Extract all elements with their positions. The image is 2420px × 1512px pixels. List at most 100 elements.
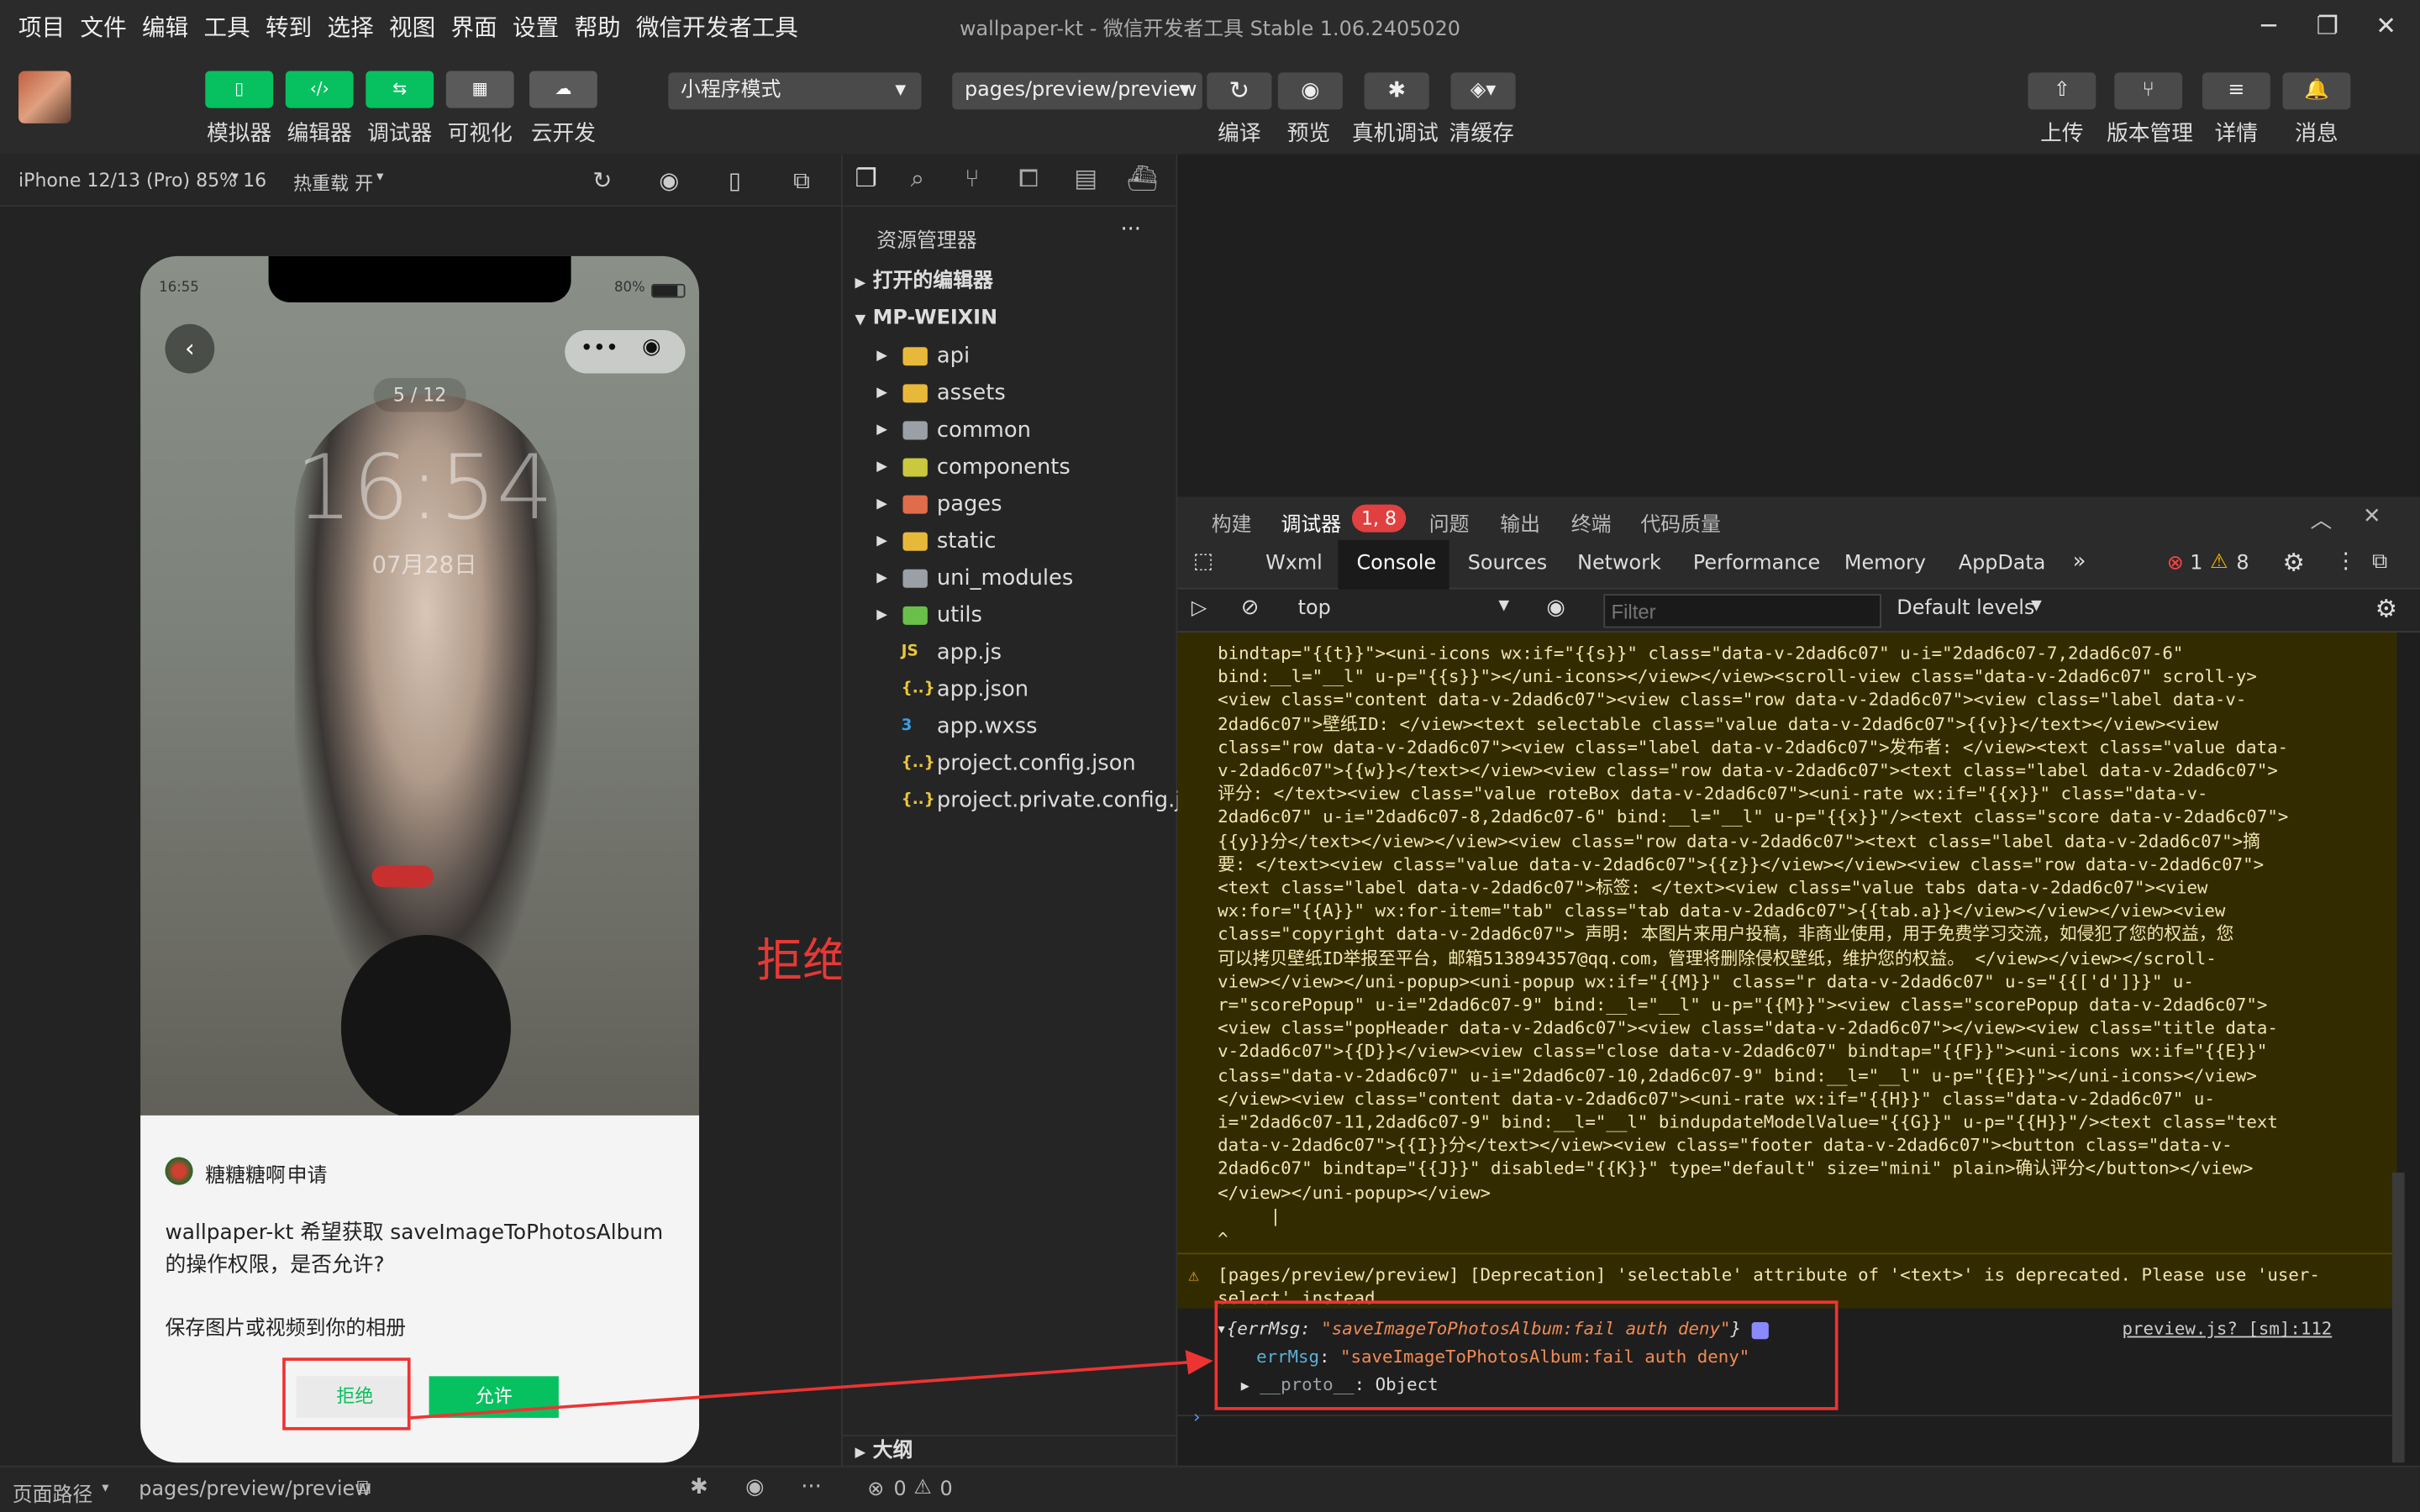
scrollbar[interactable] (2391, 1172, 2405, 1463)
tab-output[interactable]: 输出 (1500, 507, 1540, 538)
folder-item[interactable]: ▶ api (843, 338, 1176, 375)
folder-item[interactable]: ▶ components (843, 449, 1176, 486)
capsule-menu[interactable]: ••• ◉ (565, 330, 686, 374)
close-icon[interactable]: ✕ (2363, 6, 2409, 46)
details-label: 详情 (2214, 122, 2259, 147)
folder-item[interactable]: ▶ pages (843, 486, 1176, 523)
phone-icon[interactable]: ▯ (729, 166, 741, 194)
tab-problems[interactable]: 问题 (1429, 507, 1470, 538)
visual-toggle-icon[interactable]: ▦ (445, 71, 514, 108)
extensions-icon[interactable]: ⧠ (1018, 164, 1039, 195)
target-icon[interactable]: ◉ (642, 335, 660, 360)
debugger-toggle-icon[interactable]: ⇆ (366, 71, 434, 108)
folder-item[interactable]: ▶ assets (843, 375, 1176, 412)
folder-item[interactable]: ▶ static (843, 523, 1176, 560)
clear-console-icon[interactable]: ⊘ (1241, 596, 1260, 620)
branch-icon[interactable]: ⑂ (2114, 72, 2183, 110)
eye-icon[interactable]: ◉ (745, 1475, 764, 1499)
tab-network[interactable]: Network (1577, 553, 1661, 576)
device-select[interactable]: iPhone 12/13 (Pro) 85% 16 (18, 170, 266, 192)
collapse-icon[interactable]: ︿ (2311, 505, 2333, 536)
menu-item[interactable]: 设置 (513, 10, 559, 43)
menu-item[interactable]: 文件 (81, 10, 127, 43)
outline-section[interactable]: ▶ 大纲 (842, 1435, 1176, 1466)
simulator-toggle-icon[interactable]: ▯ (205, 71, 274, 108)
folder-item[interactable]: ▶ common (843, 412, 1176, 449)
bug-icon[interactable]: ✱ (1364, 72, 1429, 110)
editor-toggle-icon[interactable]: ‹/› (285, 71, 354, 108)
maximize-icon[interactable]: ❐ (2304, 6, 2350, 46)
tab-build[interactable]: 构建 (1212, 507, 1252, 538)
menu-item[interactable]: 选择 (328, 10, 374, 43)
docker-icon[interactable]: ⛴ (1127, 164, 1158, 193)
console-prompt-icon[interactable]: › (1192, 1407, 1202, 1427)
kebab-icon[interactable]: ⋮ (2335, 549, 2357, 574)
menu-item[interactable]: 帮助 (575, 10, 621, 43)
file-item[interactable]: {..} project.config.json (843, 745, 1176, 782)
folder-item[interactable]: ▶ uni_modules (843, 560, 1176, 597)
dock-icon[interactable]: ⧉ (2372, 549, 2387, 574)
upload-icon[interactable]: ⇧ (2028, 72, 2096, 110)
back-icon[interactable]: ‹ (165, 323, 215, 374)
console-settings-icon[interactable]: ⚙ (2375, 594, 2397, 623)
page-path-label[interactable]: 页面路径 (13, 1478, 93, 1508)
more-icon[interactable]: ••• (581, 336, 619, 360)
page-path-select[interactable]: pages/preview/preview ▼ (952, 72, 1202, 110)
source-link[interactable]: preview.js? [sm]:112 (2122, 1319, 2332, 1339)
tab-wxml[interactable]: Wxml (1265, 553, 1323, 576)
file-item[interactable]: 3 app.wxss (843, 708, 1176, 745)
window-icon[interactable]: ⧉ (793, 166, 810, 194)
close-panel-icon[interactable]: ✕ (2363, 505, 2381, 529)
search-icon[interactable]: ⌕ (911, 164, 924, 195)
git-icon[interactable]: ⑂ (965, 164, 980, 193)
rotate-icon[interactable]: ↻ (592, 166, 612, 194)
more-tabs-icon[interactable]: » (2073, 549, 2086, 574)
file-item[interactable]: {..} app.json (843, 671, 1176, 708)
file-item[interactable]: JS app.js (843, 634, 1176, 671)
files-icon[interactable]: ❐ (855, 164, 877, 193)
layers-icon[interactable]: ◈▾ (1450, 72, 1516, 110)
menu-item[interactable]: 视图 (389, 10, 435, 43)
context-select[interactable]: top (1298, 597, 1331, 621)
avatar[interactable] (18, 71, 71, 123)
tab-debugger[interactable]: 调试器 (1281, 507, 1341, 538)
menu-item[interactable]: 界面 (451, 10, 497, 43)
bell-icon[interactable]: 🔔 (2282, 72, 2351, 110)
menu-item[interactable]: 转到 (266, 10, 312, 43)
menu-icon[interactable]: ≡ (2202, 72, 2270, 110)
tab-terminal[interactable]: 终端 (1571, 507, 1612, 538)
allow-button[interactable]: 允许 (429, 1376, 559, 1418)
tab-code-quality[interactable]: 代码质量 (1640, 507, 1721, 538)
bug-icon[interactable]: ✱ (690, 1475, 708, 1499)
filter-input[interactable] (1603, 594, 1881, 628)
mode-select[interactable]: 小程序模式 ▼ (668, 72, 922, 110)
hot-reload-select[interactable]: 热重载 开 (293, 170, 373, 196)
folder-item[interactable]: ▶ utils (843, 597, 1176, 634)
file-item[interactable]: {..} project.private.config.js... (843, 782, 1213, 819)
root-folder[interactable]: ▼ MP-WEIXIN (843, 301, 1176, 338)
more-icon[interactable]: ··· (801, 1475, 822, 1499)
tab-sources[interactable]: Sources (1468, 553, 1547, 576)
storage-icon[interactable]: ▤ (1074, 164, 1097, 193)
tab-performance[interactable]: Performance (1693, 553, 1820, 576)
compile-icon[interactable]: ↻ (1207, 72, 1272, 110)
settings-icon[interactable]: ⚙ (2282, 548, 2304, 577)
eye-icon[interactable]: ◉ (1546, 596, 1565, 620)
menu-item[interactable]: 编辑 (142, 10, 188, 43)
menu-item[interactable]: 微信开发者工具 (636, 10, 798, 43)
cloud-toggle-icon[interactable]: ☁ (529, 71, 597, 108)
more-icon[interactable]: ··· (1120, 218, 1141, 242)
levels-select[interactable]: Default levels (1897, 597, 2034, 621)
menu-item[interactable]: 工具 (204, 10, 250, 43)
open-editors-section[interactable]: ▶ 打开的编辑器 (843, 264, 1176, 301)
sidebar-toggle-icon[interactable]: ▷ (1192, 597, 1207, 621)
preview-icon[interactable]: ◉ (1277, 72, 1343, 110)
menu-item[interactable]: 项目 (18, 10, 65, 43)
record-icon[interactable]: ◉ (659, 166, 679, 194)
tab-console[interactable]: Console (1356, 553, 1436, 576)
minimize-icon[interactable]: ─ (2245, 6, 2291, 46)
tab-memory[interactable]: Memory (1844, 553, 1926, 576)
copy-icon[interactable]: ⧉ (356, 1477, 371, 1500)
inspect-icon[interactable]: ⬚ (1193, 549, 1213, 574)
tab-appdata[interactable]: AppData (1959, 553, 2046, 576)
